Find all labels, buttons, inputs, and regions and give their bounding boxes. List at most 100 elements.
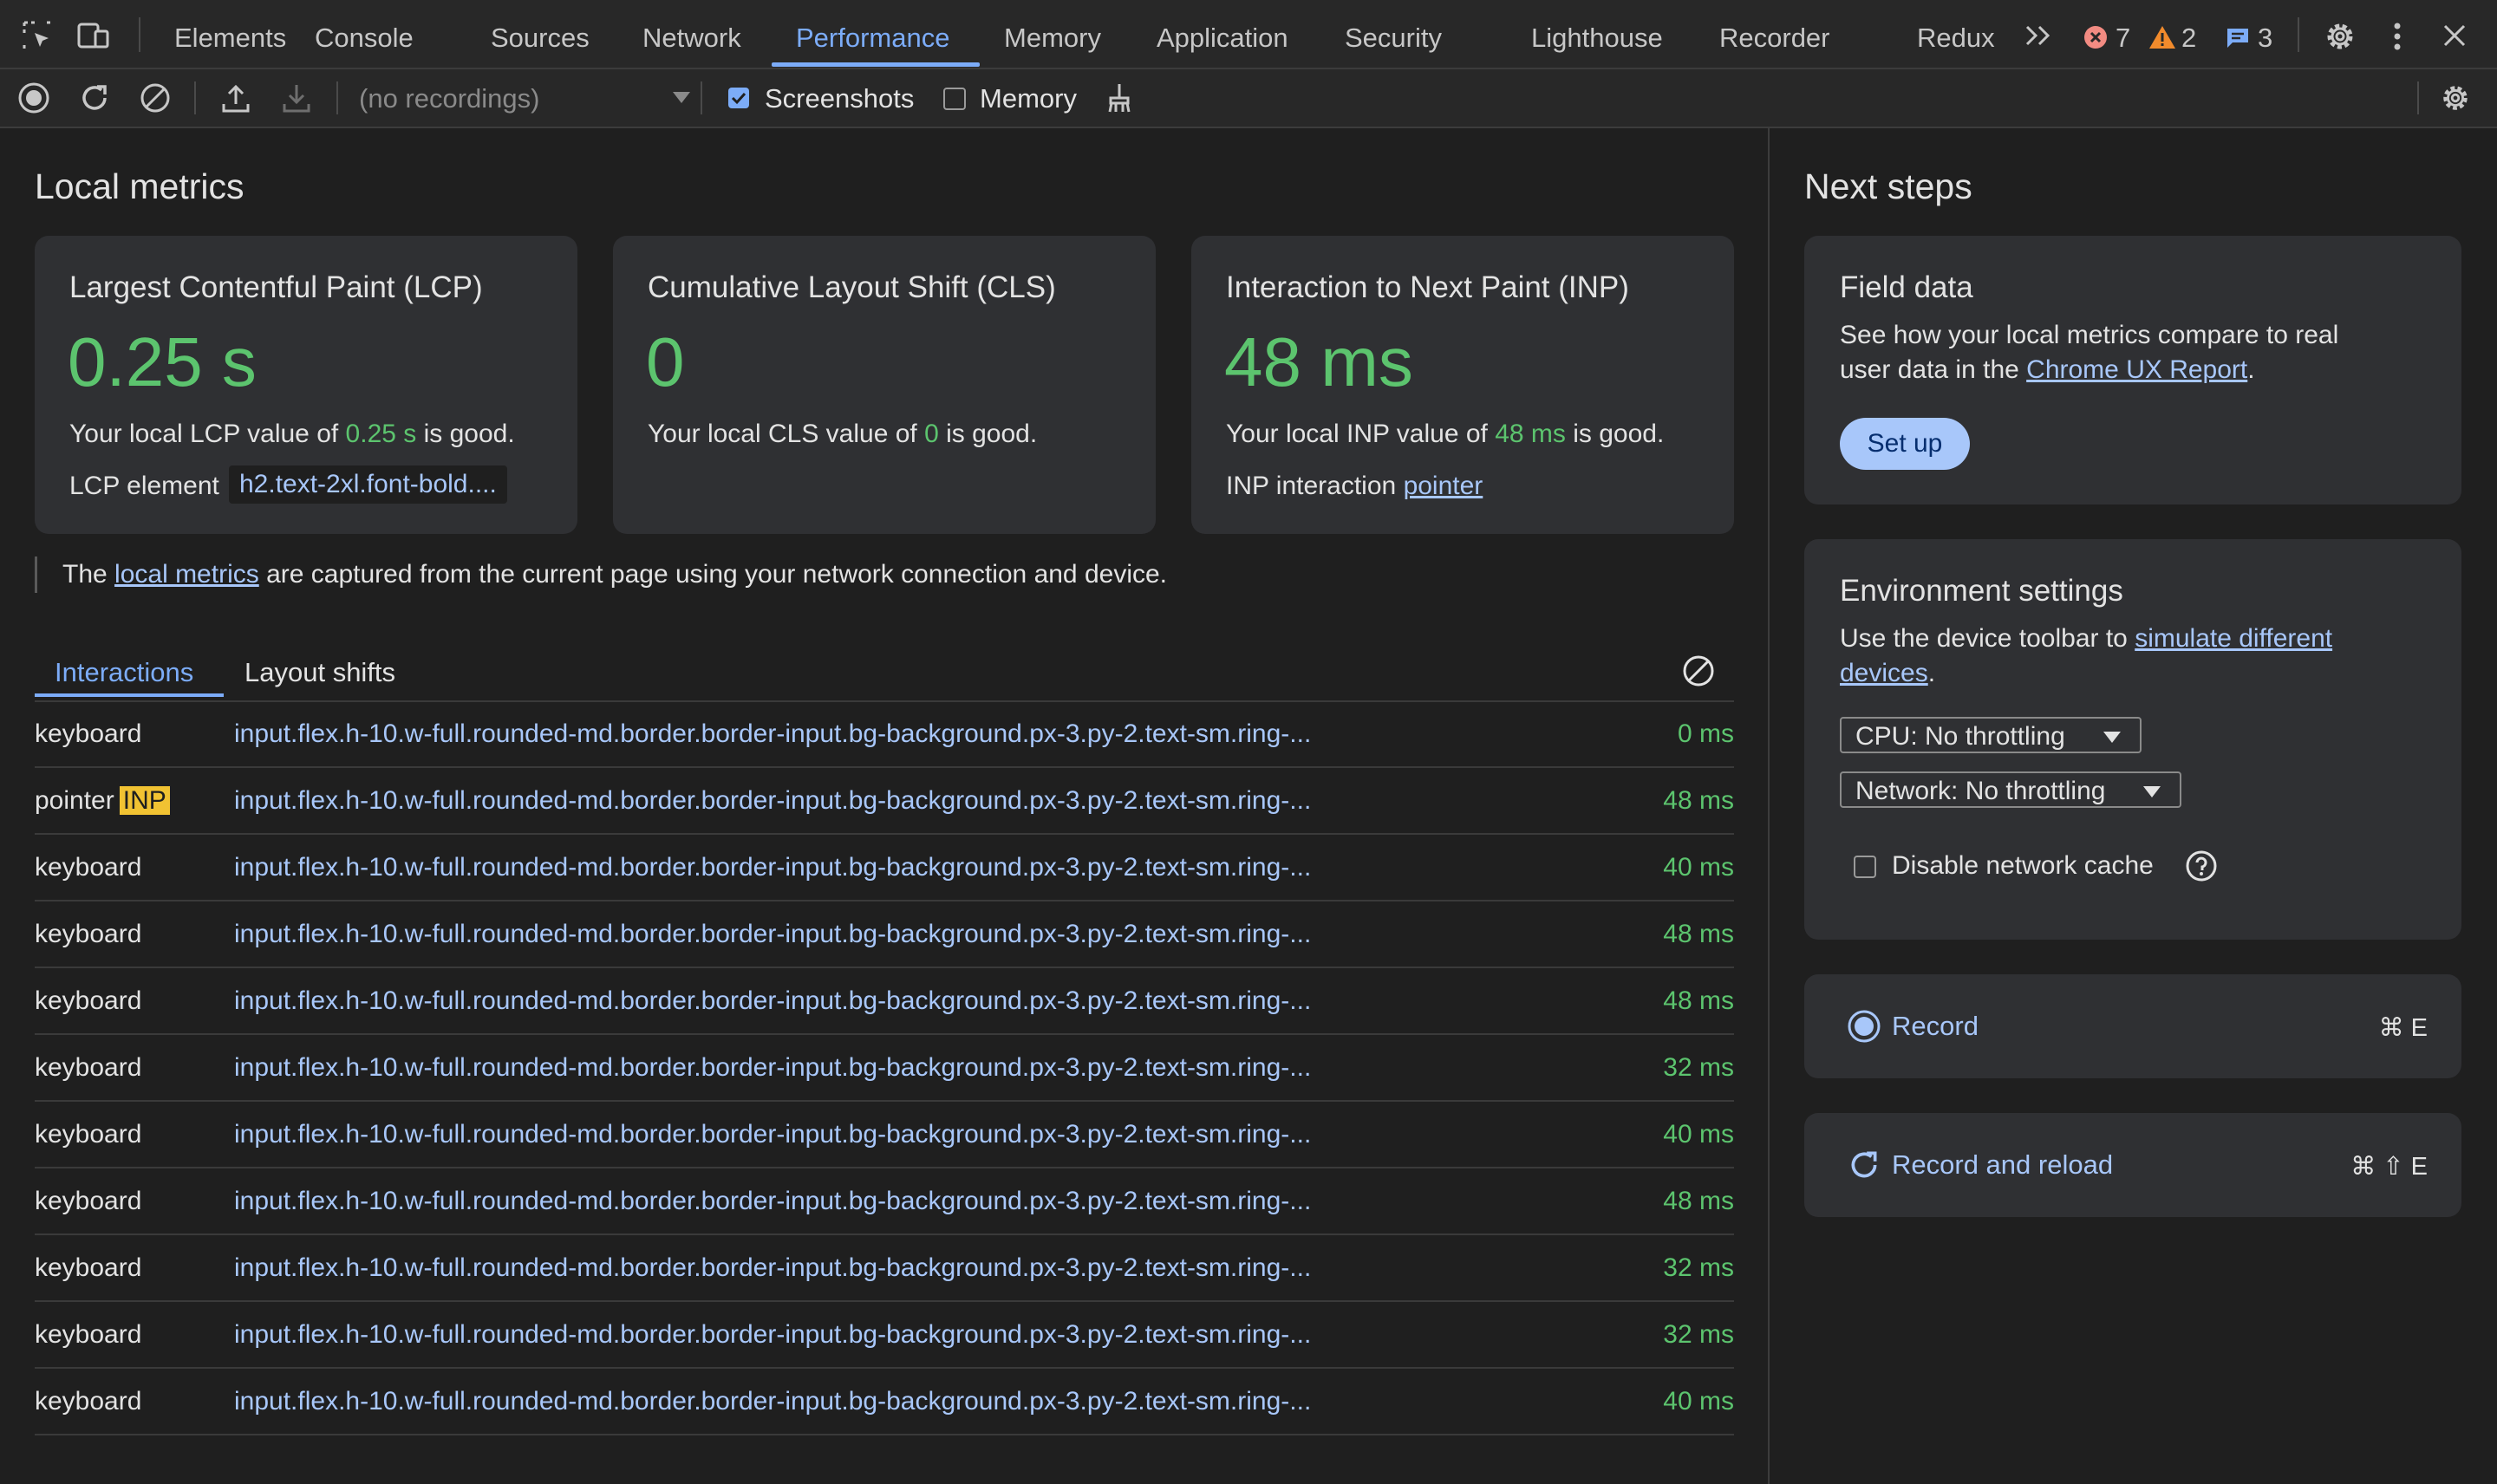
active-tab-indicator [772,62,980,67]
row-divider [35,1434,1734,1435]
interaction-duration: 32 ms [1663,1053,1734,1082]
tab-memory[interactable]: Memory [1004,0,1101,68]
interaction-type: keyboard [35,1253,142,1282]
help-icon[interactable] [2185,849,2218,882]
interaction-duration: 0 ms [1677,719,1734,748]
inp-value: 48 ms [1224,323,1413,400]
interaction-selector-link[interactable]: input.flex.h-10.w-full.rounded-md.border… [234,1253,1311,1283]
interaction-selector-link[interactable]: input.flex.h-10.w-full.rounded-md.border… [234,719,1311,749]
tab-security[interactable]: Security [1345,0,1442,68]
interaction-selector-link[interactable]: input.flex.h-10.w-full.rounded-md.border… [234,1187,1311,1216]
clear-icon[interactable] [139,81,172,114]
tab-console[interactable]: Console [315,0,414,68]
record-reload-label[interactable]: Record and reload [1892,1149,2113,1181]
interactions-tab-indicator [35,693,224,697]
tab-lighthouse[interactable]: Lighthouse [1531,0,1663,68]
devtools-tab-bar: Elements Console Sources Network Perform… [0,0,2497,69]
devices-link[interactable]: devices [1840,659,1928,687]
clear-interactions-icon[interactable] [1681,654,1716,688]
tab-application[interactable]: Application [1157,0,1288,68]
network-throttling-select[interactable]: Network: No throttling [1840,771,2181,808]
lcp-title: Largest Contentful Paint (LCP) [69,270,483,304]
inp-description: Your local INP value of 48 ms is good. [1226,420,1665,448]
toolbar-separator [701,81,702,114]
interaction-selector-link[interactable]: input.flex.h-10.w-full.rounded-md.border… [234,986,1311,1016]
interaction-duration: 40 ms [1663,1120,1734,1149]
interaction-type: keyboard [35,1320,142,1349]
memory-checkbox[interactable] [943,88,966,110]
message-icon[interactable] [2225,26,2251,50]
tab-redux[interactable]: Redux [1917,0,1995,68]
recordings-select[interactable]: (no recordings) [359,83,539,114]
lcp-element-link[interactable]: h2.text-2xl.font-bold.... [229,465,507,504]
more-tabs-chevron-icon[interactable] [2024,23,2055,49]
interaction-selector-link[interactable]: input.flex.h-10.w-full.rounded-md.border… [234,1387,1311,1416]
local-metrics-link[interactable]: local metrics [114,560,259,589]
interaction-type: keyboard [35,1053,142,1082]
reload-icon[interactable] [78,81,111,114]
download-icon[interactable] [281,81,312,114]
tab-sources[interactable]: Sources [491,0,590,68]
settings-gear-icon[interactable] [2324,20,2357,53]
tab-recorder[interactable]: Recorder [1719,0,1830,68]
next-steps-heading: Next steps [1804,166,1972,206]
environment-line2: devices. [1840,659,1936,687]
more-options-icon[interactable] [2391,21,2403,52]
environment-line1: Use the device toolbar to simulate diffe… [1840,624,2333,653]
interaction-type: keyboard [35,1187,142,1215]
inspect-element-icon[interactable] [21,19,54,52]
chevron-down-icon [2103,732,2121,743]
chevron-down-icon [2143,786,2161,797]
inp-card: Interaction to Next Paint (INP) 48 ms Yo… [1191,236,1734,534]
table-header-line [35,700,1734,702]
error-icon[interactable] [2083,24,2109,50]
record-icon[interactable] [17,81,50,114]
reload-icon [1847,1148,1881,1182]
interaction-selector-link[interactable]: input.flex.h-10.w-full.rounded-md.border… [234,853,1311,882]
garbage-collect-broom-icon[interactable] [1105,81,1134,114]
toolbar-separator [194,81,196,114]
cls-title: Cumulative Layout Shift (CLS) [648,270,1056,304]
interaction-duration: 40 ms [1663,853,1734,882]
recordings-dropdown-arrow-icon[interactable] [673,92,690,103]
message-count: 3 [2258,23,2273,53]
record-label[interactable]: Record [1892,1011,1979,1042]
panel-divider[interactable] [1768,127,1770,1484]
interaction-selector-link[interactable]: input.flex.h-10.w-full.rounded-md.border… [234,786,1311,816]
interaction-selector-link[interactable]: input.flex.h-10.w-full.rounded-md.border… [234,1053,1311,1083]
interaction-selector-link[interactable]: input.flex.h-10.w-full.rounded-md.border… [234,1320,1311,1350]
field-data-line1: See how your local metrics compare to re… [1840,321,2339,349]
performance-toolbar: (no recordings) Screenshots Memory [0,69,2497,128]
interaction-type: keyboard [35,1387,142,1416]
record-icon [1847,1009,1881,1044]
upload-icon[interactable] [220,81,251,114]
simulate-devices-link[interactable]: simulate different [2135,624,2332,653]
environment-title: Environment settings [1840,574,2123,608]
record-reload-shortcut: ⌘ ⇧ E [2350,1153,2428,1181]
disable-cache-checkbox[interactable] [1854,856,1876,878]
interaction-selector-link[interactable]: input.flex.h-10.w-full.rounded-md.border… [234,1120,1311,1149]
setup-button[interactable]: Set up [1840,418,1970,470]
network-throttling-value: Network: No throttling [1855,777,2106,805]
chrome-ux-report-link[interactable]: Chrome UX Report [2026,355,2247,384]
inp-interaction-label: INP interaction pointer [1226,472,1483,500]
capture-settings-gear-icon[interactable] [2440,82,2471,114]
screenshots-checkbox[interactable] [728,88,749,108]
lcp-card: Largest Contentful Paint (LCP) 0.25 s Yo… [35,236,577,534]
close-icon[interactable] [2442,23,2468,49]
field-data-line2: user data in the Chrome UX Report. [1840,355,2255,384]
interaction-duration: 48 ms [1663,920,1734,948]
inp-interaction-link[interactable]: pointer [1404,472,1483,500]
inp-title: Interaction to Next Paint (INP) [1226,270,1629,304]
cpu-throttling-select[interactable]: CPU: No throttling [1840,717,2142,753]
interaction-duration: 48 ms [1663,786,1734,815]
tab-interactions[interactable]: Interactions [55,657,193,688]
interaction-selector-link[interactable]: input.flex.h-10.w-full.rounded-md.border… [234,920,1311,949]
device-toolbar-icon[interactable] [76,19,111,52]
tab-elements[interactable]: Elements [174,0,286,68]
warning-icon[interactable] [2148,24,2176,50]
tab-layout-shifts[interactable]: Layout shifts [244,657,395,688]
tab-performance[interactable]: Performance [796,0,949,68]
inp-badge: INP [119,786,170,815]
tab-network[interactable]: Network [642,0,741,68]
